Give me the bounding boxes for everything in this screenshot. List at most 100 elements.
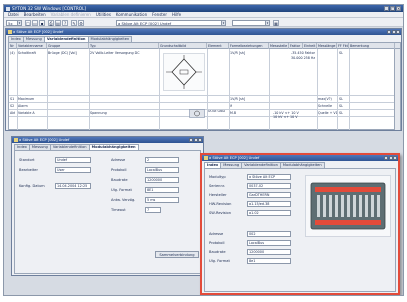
maximize-button[interactable]: [193, 137, 198, 142]
module-icon: [7, 30, 12, 34]
voltage-source-icon: [189, 109, 205, 118]
close-button[interactable]: ×: [396, 6, 401, 11]
konfig-datum-field[interactable]: 14.04.2004 12:25: [55, 183, 91, 189]
protokoll-field[interactable]: LocalBus: [247, 240, 291, 246]
baudrate-label: Baudrate: [111, 178, 128, 182]
row4-name[interactable]: Variable A: [18, 111, 35, 115]
row1-type[interactable]: 2V Vollb.Leiter Versorgung DC: [90, 51, 158, 55]
menu-hilfe[interactable]: Hilfe: [172, 12, 181, 17]
close-button[interactable]: [396, 29, 400, 34]
index-panel: Modultyp a Stöve Alt ECP Seriennr. 0037-…: [204, 168, 396, 292]
antwort-field[interactable]: 5 ms: [145, 197, 179, 203]
col-ff[interactable]: FF Fkt: [337, 43, 349, 49]
maximize-button[interactable]: [388, 155, 393, 160]
hersteller-label: Hersteller: [209, 193, 227, 197]
row2-ff: SL: [339, 97, 343, 101]
menu-variablen[interactable]: Variablen definieren: [51, 12, 91, 17]
col-messlaenge[interactable]: Messlänge: [317, 43, 337, 49]
minimize-button[interactable]: [384, 155, 388, 160]
module-settings-window: a Stöve Alt ECP [002] Undef Index Messun…: [11, 136, 204, 276]
col-nr[interactable]: Nr: [9, 43, 17, 49]
menu-bearbeiten[interactable]: Bearbeiten: [24, 12, 46, 17]
close-button[interactable]: [393, 155, 397, 160]
maximize-button[interactable]: □: [390, 6, 395, 11]
bridge-schematic: [163, 53, 205, 91]
row4-nr: Akt: [10, 111, 16, 115]
maximize-button[interactable]: [391, 29, 396, 34]
tab-variablendefinition[interactable]: Variablendefinition: [43, 35, 89, 42]
row2-unit: max(V?): [318, 97, 332, 101]
hw-revision-field[interactable]: a1.15/ed.38: [247, 201, 291, 207]
timeout-stepper[interactable]: 7: [145, 207, 161, 213]
modultyp-field[interactable]: a Stöve Alt ECP: [247, 174, 291, 180]
minimize-button[interactable]: [189, 137, 193, 142]
tool-icon[interactable]: ✎: [71, 19, 77, 26]
variable-table: Nr Variablenname Gruppe Typ Grundschaltb…: [8, 42, 401, 130]
sammelverbindung-button[interactable]: Sammelverbindung: [155, 251, 199, 258]
module-info-window: a Stöve Alt ECP [002] Undef Index Messun…: [200, 153, 400, 295]
new-icon[interactable]: □: [25, 19, 31, 26]
format-field[interactable]: 8e1: [247, 258, 291, 264]
baudrate-field[interactable]: 1200000: [145, 177, 179, 183]
minimize-button[interactable]: [387, 29, 391, 34]
adresse-field[interactable]: 2: [145, 157, 179, 163]
chart-icon[interactable]: ▤: [55, 19, 61, 26]
module-icon: [203, 156, 208, 160]
toolbar: 5x ▾ □ ▭ ▪ ⎙ ▤ ? ✎ ⚙ a Stöve Alt ECP [002…: [4, 18, 403, 27]
col-formula[interactable]: Formelbeziehungen: [229, 43, 269, 49]
format-label: Ulg. Format: [209, 259, 230, 263]
format-field[interactable]: 8E1: [145, 187, 179, 193]
format-label: Ulg. Format: [111, 188, 132, 192]
channel-select[interactable]: ▾: [232, 19, 270, 26]
row1-group[interactable]: Brücge (DC) [Vol]: [48, 51, 88, 55]
row2-name[interactable]: Maximum: [18, 97, 34, 101]
row3-nr: S2: [10, 104, 15, 108]
col-name[interactable]: Variablenname: [17, 43, 47, 49]
seriennr-field[interactable]: 0037-02: [247, 183, 291, 189]
print-icon[interactable]: ⎙: [48, 19, 54, 26]
menu-fenster[interactable]: Fenster: [152, 12, 167, 17]
grid-icon[interactable]: ▦: [273, 19, 279, 26]
vertical-scrollbar[interactable]: [394, 49, 400, 130]
baudrate-field[interactable]: 1200000: [247, 249, 291, 255]
open-icon[interactable]: ▭: [32, 19, 38, 26]
tab-modulabhaengigkeiten[interactable]: Modulabhängigkeiten: [88, 143, 139, 150]
menu-utilities[interactable]: Utilities: [96, 12, 111, 17]
help-icon[interactable]: ?: [62, 19, 68, 26]
save-icon[interactable]: ▪: [39, 19, 45, 26]
adresse-label: Adresse: [111, 158, 126, 162]
modultyp-label: Modultyp: [209, 175, 226, 179]
col-einheit[interactable]: Einheit: [303, 43, 317, 49]
app-icon: [6, 6, 10, 11]
close-button[interactable]: [198, 137, 202, 142]
col-schematic[interactable]: Grundschaltbild: [159, 43, 207, 49]
menu-datei[interactable]: Datei: [8, 12, 19, 17]
row4-formula: M.B: [230, 111, 237, 115]
row1-name[interactable]: Schaltkraft: [18, 51, 36, 55]
hersteller-field[interactable]: GarDTHERN: [247, 192, 291, 198]
adresse-field[interactable]: 002: [247, 231, 291, 237]
col-messstelle[interactable]: Messstelle: [269, 43, 289, 49]
sw-revision-field[interactable]: a1.02: [247, 210, 291, 216]
standort-label: Standort: [19, 158, 35, 162]
module-select[interactable]: a Stöve Alt ECP [002] Undef ▾: [116, 19, 226, 26]
menu-kommunikation[interactable]: Kommunikation: [116, 12, 147, 17]
settings-icon[interactable]: ⚙: [78, 19, 84, 26]
row3-name[interactable]: Alarm: [18, 104, 28, 108]
col-faktor[interactable]: Faktor: [289, 43, 303, 49]
col-element[interactable]: Element: [207, 43, 229, 49]
row1-formula: 1V/R [sh]: [230, 51, 246, 55]
module-image: [305, 175, 391, 237]
row4-type[interactable]: Spannung: [90, 111, 107, 115]
bearbeiter-field[interactable]: User: [55, 167, 91, 173]
rate-select[interactable]: 5x ▾: [6, 19, 22, 26]
col-type[interactable]: Typ: [89, 43, 159, 49]
protokoll-field[interactable]: LocalBus: [145, 167, 179, 173]
app-titlebar: SYTON 32 SW Windows [CONTROL] _ □ ×: [4, 5, 403, 12]
standort-field[interactable]: Undef: [55, 157, 91, 163]
col-group[interactable]: Gruppe: [47, 43, 89, 49]
col-bemerkung[interactable]: Bemerkung: [349, 43, 395, 49]
tab-index[interactable]: Index: [204, 161, 222, 168]
minimize-button[interactable]: _: [384, 6, 389, 11]
row4-element: UOut GND: [208, 110, 225, 113]
